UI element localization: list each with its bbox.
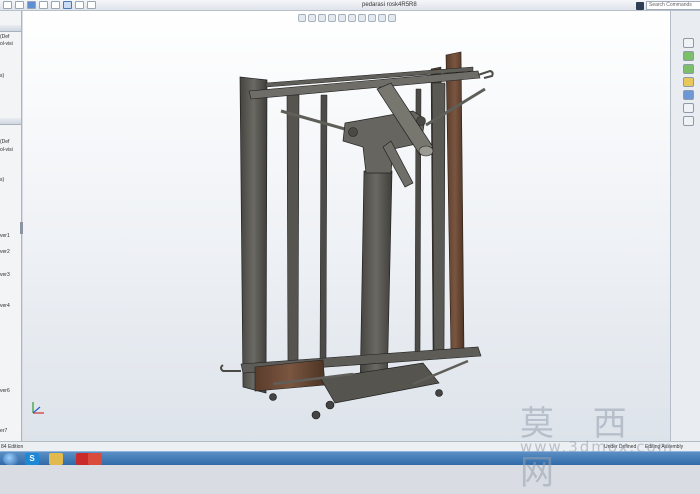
undo-icon[interactable]: [51, 1, 60, 9]
tree-item[interactable]: s): [0, 73, 4, 79]
tree-item[interactable]: ver2: [0, 249, 10, 255]
head-pivot-left[interactable]: [348, 127, 358, 137]
right-inner-rail[interactable]: [431, 82, 446, 354]
tree-item[interactable]: ol-visi: [0, 147, 13, 153]
assembly-model[interactable]: [23, 11, 670, 441]
design-library-icon[interactable]: [683, 51, 694, 61]
tree-item[interactable]: s): [0, 177, 4, 183]
view-palette-icon[interactable]: [683, 90, 694, 100]
search-area: Search Commands: [636, 1, 700, 10]
top-right-handle[interactable]: [477, 69, 494, 79]
task-pane-tabs: [683, 38, 700, 138]
back-right-wood-post[interactable]: [445, 51, 465, 354]
title-bar: pedarasi rosk4R5R8 Search Commands: [0, 0, 700, 11]
caster-wheel-right[interactable]: [435, 389, 443, 397]
feature-manager-panel: (Def ol-visi s) (Def ol-visi s) ver1 ver…: [0, 11, 22, 441]
caster-wheel-front[interactable]: [311, 410, 321, 420]
caster-wheel-left[interactable]: [269, 393, 277, 401]
red-app-icon[interactable]: [88, 453, 102, 465]
taskbar-app-s[interactable]: S: [25, 453, 39, 465]
help-icon[interactable]: [636, 1, 644, 10]
rebuild-icon[interactable]: [75, 1, 84, 9]
search-input[interactable]: Search Commands: [646, 1, 700, 10]
tree-item[interactable]: ver4: [0, 303, 10, 309]
caster-wheel-center[interactable]: [325, 400, 335, 410]
edition-label: 84 Edition: [1, 444, 24, 450]
tree-item[interactable]: (Def: [0, 139, 9, 145]
center-inner-rail[interactable]: [319, 94, 328, 366]
tree-item[interactable]: (Def: [0, 34, 9, 40]
start-button[interactable]: [3, 453, 19, 465]
graphics-viewport[interactable]: [23, 11, 670, 441]
open-folder-icon[interactable]: [15, 1, 24, 9]
tree-item[interactable]: ol-visi: [0, 41, 13, 47]
folder-icon[interactable]: [49, 453, 63, 465]
appearances-icon[interactable]: [683, 103, 694, 113]
document-title: pedarasi rosk4R5R8: [362, 2, 417, 8]
tree-item[interactable]: ver3: [0, 272, 10, 278]
panel-header-top: [0, 25, 21, 32]
print-icon[interactable]: [39, 1, 48, 9]
axis-triad-icon: [32, 402, 44, 414]
file-explorer-icon[interactable]: [683, 77, 694, 87]
tree-item[interactable]: er7: [0, 428, 7, 434]
os-taskbar: S: [0, 451, 700, 465]
toolbox-icon[interactable]: [683, 64, 694, 74]
bottom-left-handle[interactable]: [220, 364, 241, 372]
quick-access-toolbar: [0, 1, 96, 9]
tree-item[interactable]: ver6: [0, 388, 10, 394]
resources-icon[interactable]: [683, 38, 694, 48]
edit-mode-status: Editing Assembly: [645, 444, 684, 450]
tree-item[interactable]: ver1: [0, 233, 10, 239]
options-gear-icon[interactable]: [87, 1, 96, 9]
save-icon[interactable]: [27, 1, 36, 9]
upper-tube-end: [418, 145, 434, 157]
custom-properties-icon[interactable]: [683, 116, 694, 126]
status-bar: 84 Edition Under Defined Editing Assembl…: [0, 441, 700, 451]
new-document-icon[interactable]: [3, 1, 12, 9]
left-inner-rail[interactable]: [286, 94, 300, 370]
panel-header-bottom: [0, 118, 21, 125]
select-pointer-icon[interactable]: [63, 1, 72, 9]
left-upright-plate[interactable]: [239, 76, 268, 394]
definition-status: Under Defined: [604, 444, 637, 450]
